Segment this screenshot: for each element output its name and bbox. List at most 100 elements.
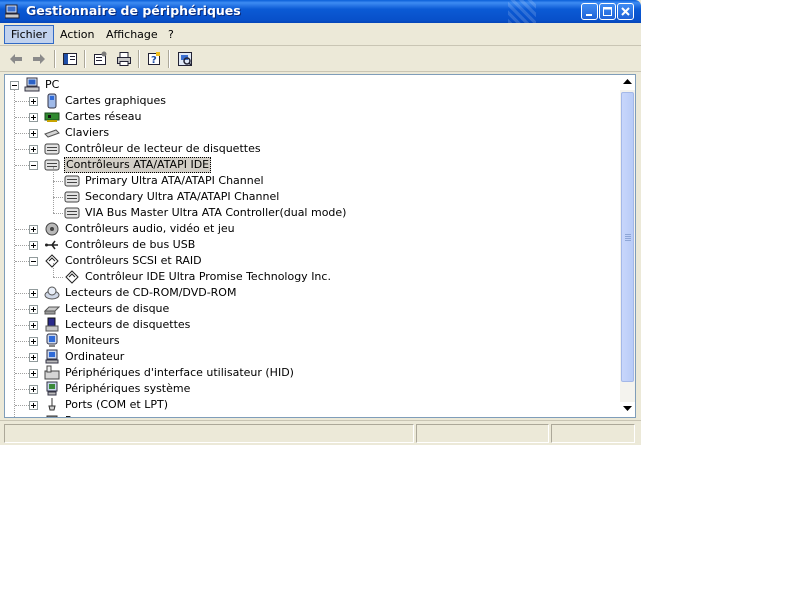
display-adapter-icon <box>47 93 57 109</box>
vertical-scrollbar[interactable] <box>620 75 635 417</box>
tree-connector <box>53 197 63 198</box>
tree-connector <box>53 167 54 213</box>
tree-category-row[interactable]: Périphériques système <box>5 381 620 397</box>
tree-category-row[interactable]: Processeurs <box>5 413 620 417</box>
usb-icon <box>45 240 58 250</box>
ide-channel-icon <box>64 175 80 187</box>
tree-category-label: Contrôleurs de bus USB <box>65 238 196 251</box>
tree-category-row[interactable]: Ports (COM et LPT) <box>5 397 620 413</box>
expand-toggle[interactable] <box>29 353 38 362</box>
forward-arrow-icon <box>33 54 45 64</box>
window-title: Gestionnaire de périphériques <box>26 3 241 18</box>
scan-hardware-button[interactable] <box>175 49 195 69</box>
menu-view[interactable]: Affichage <box>100 25 164 44</box>
tree-category-row[interactable]: Claviers <box>5 125 620 141</box>
close-button[interactable] <box>617 3 634 20</box>
expand-toggle[interactable] <box>29 337 38 346</box>
tree-device-row[interactable]: Secondary Ultra ATA/ATAPI Channel <box>5 189 620 205</box>
back-button[interactable] <box>6 49 26 69</box>
tree-connector <box>15 245 29 246</box>
floppy-drive-icon <box>45 317 59 332</box>
print-button[interactable] <box>114 49 134 69</box>
tree-connector <box>15 149 29 150</box>
tree-category-row[interactable]: Cartes réseau <box>5 109 620 125</box>
ide-channel-icon <box>64 207 80 219</box>
scrollbar-thumb[interactable] <box>621 92 634 382</box>
tree-connector <box>15 133 29 134</box>
toolbar-separator <box>84 50 86 68</box>
expand-toggle[interactable] <box>29 385 38 394</box>
tree-category-row[interactable]: Contrôleurs SCSI et RAID <box>5 253 620 269</box>
scroll-down-button[interactable] <box>620 402 635 417</box>
scroll-up-button[interactable] <box>620 75 635 90</box>
expand-toggle[interactable] <box>29 305 38 314</box>
scsi-icon <box>45 254 59 268</box>
tree-connector <box>15 389 29 390</box>
expand-toggle[interactable] <box>29 129 38 138</box>
ide-controller-icon <box>44 159 60 171</box>
tree-category-row[interactable]: Contrôleurs de bus USB <box>5 237 620 253</box>
tree-connector <box>53 263 54 277</box>
tree-category-label: Ports (COM et LPT) <box>65 398 169 411</box>
forward-button[interactable] <box>29 49 49 69</box>
collapse-toggle[interactable] <box>29 257 38 266</box>
menu-action[interactable]: Action <box>54 25 100 44</box>
help-button[interactable]: ? <box>144 49 164 69</box>
device-manager-window: Gestionnaire de périphériques Fichier Ac… <box>0 0 641 445</box>
tree-connector <box>15 325 29 326</box>
tree-category-label: Cartes graphiques <box>65 94 166 107</box>
toolbar-separator <box>168 50 170 68</box>
chevron-up-icon <box>623 79 632 84</box>
tree-category-row[interactable]: Lecteurs de disque <box>5 301 620 317</box>
expand-toggle[interactable] <box>29 113 38 122</box>
hid-icon <box>44 365 60 380</box>
svg-text:?: ? <box>151 55 157 66</box>
print-icon <box>117 52 131 66</box>
tree-category-row[interactable]: Périphériques d'interface utilisateur (H… <box>5 365 620 381</box>
collapse-toggle[interactable] <box>29 161 38 170</box>
expand-toggle[interactable] <box>29 321 38 330</box>
expand-toggle[interactable] <box>29 369 38 378</box>
status-pane-right <box>551 424 635 443</box>
minimize-button[interactable] <box>581 3 598 20</box>
show-hide-tree-button[interactable] <box>60 49 80 69</box>
tree-category-row[interactable]: Contrôleur de lecteur de disquettes <box>5 141 620 157</box>
expand-toggle[interactable] <box>29 225 38 234</box>
title-bar[interactable]: Gestionnaire de périphériques <box>0 0 641 23</box>
close-icon <box>621 7 630 16</box>
properties-button[interactable] <box>90 49 110 69</box>
menu-file[interactable]: Fichier <box>4 25 54 44</box>
monitor-icon <box>46 333 58 347</box>
device-tree[interactable]: PC Cartes graphiques Cartes réseau Clavier… <box>5 75 620 417</box>
tree-root-row[interactable]: PC <box>5 77 620 93</box>
menu-help[interactable]: ? <box>162 25 180 44</box>
tree-connector <box>15 293 29 294</box>
tree-device-label: Primary Ultra ATA/ATAPI Channel <box>85 174 264 187</box>
expand-toggle[interactable] <box>29 401 38 410</box>
tree-device-label: Secondary Ultra ATA/ATAPI Channel <box>85 190 280 203</box>
tree-category-row[interactable]: Cartes graphiques <box>5 93 620 109</box>
tree-category-row[interactable]: Ordinateur <box>5 349 620 365</box>
tree-device-row[interactable]: Contrôleur IDE Ultra Promise Technology … <box>5 269 620 285</box>
tree-connector <box>15 357 29 358</box>
scsi-device-icon <box>65 270 79 284</box>
audio-icon <box>45 222 59 236</box>
maximize-button[interactable] <box>599 3 616 20</box>
tree-category-row[interactable]: Contrôleurs ATA/ATAPI IDE <box>5 157 620 173</box>
expand-toggle[interactable] <box>29 97 38 106</box>
tree-device-row[interactable]: Primary Ultra ATA/ATAPI Channel <box>5 173 620 189</box>
status-pane-middle <box>416 424 549 443</box>
expand-toggle[interactable] <box>29 289 38 298</box>
maximize-icon <box>603 7 612 16</box>
properties-icon <box>94 51 107 65</box>
tree-category-row[interactable]: Lecteurs de disquettes <box>5 317 620 333</box>
tree-category-row[interactable]: Contrôleurs audio, vidéo et jeu <box>5 221 620 237</box>
system-devices-icon <box>46 381 58 396</box>
expand-toggle[interactable] <box>29 145 38 154</box>
tree-category-label: Ordinateur <box>65 350 125 363</box>
tree-category-row[interactable]: Moniteurs <box>5 333 620 349</box>
tree-category-row[interactable]: Lecteurs de CD-ROM/DVD-ROM <box>5 285 620 301</box>
tree-device-row[interactable]: VIA Bus Master Ultra ATA Controller(dual… <box>5 205 620 221</box>
tree-category-label: Périphériques d'interface utilisateur (H… <box>65 366 294 379</box>
expand-toggle[interactable] <box>29 241 38 250</box>
